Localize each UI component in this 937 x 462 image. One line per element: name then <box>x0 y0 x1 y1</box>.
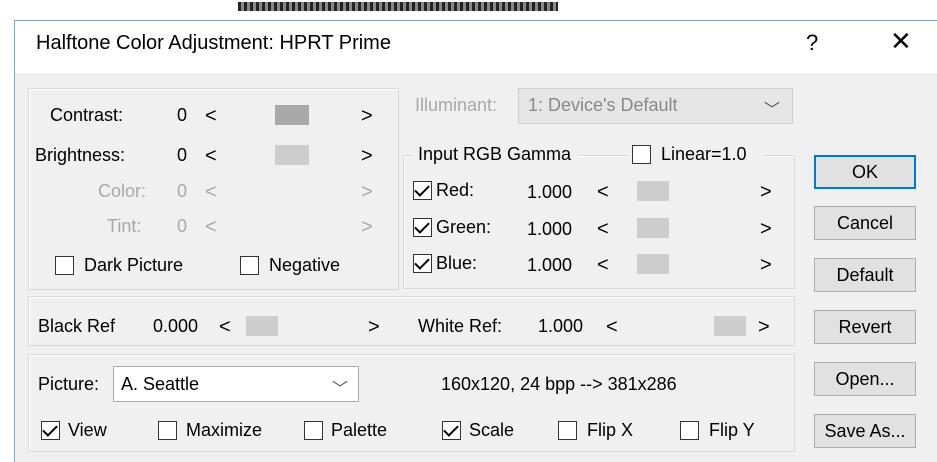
flip-y-label: Flip Y <box>709 420 755 440</box>
brightness-slider-thumb[interactable] <box>275 145 309 165</box>
color-label: Color: <box>98 181 147 201</box>
view-label: View <box>68 420 107 440</box>
white-ref-slider-thumb[interactable] <box>714 316 746 336</box>
green-left-arrow[interactable]: < <box>597 219 609 239</box>
red-right-arrow[interactable]: > <box>760 182 772 202</box>
white-ref-label: White Ref: <box>418 316 503 336</box>
contrast-label: Contrast: <box>50 105 124 125</box>
white-ref-left-arrow[interactable]: < <box>606 317 618 337</box>
brightness-right-arrow[interactable]: > <box>361 146 373 166</box>
brightness-value: 0 <box>177 145 188 165</box>
black-ref-label: Black Ref <box>38 316 116 336</box>
maximize-checkbox[interactable] <box>158 421 177 440</box>
blue-right-arrow[interactable]: > <box>760 255 772 275</box>
green-checkbox[interactable] <box>413 218 432 237</box>
linear-checkbox[interactable] <box>632 145 651 164</box>
maximize-label: Maximize <box>186 420 263 440</box>
contrast-slider-thumb[interactable] <box>275 105 309 125</box>
flip-y-checkbox[interactable] <box>680 421 699 440</box>
cancel-button[interactable]: Cancel <box>814 206 916 240</box>
tint-value: 0 <box>177 216 188 236</box>
illuminant-value: 1: Device's Default <box>528 95 678 115</box>
green-label: Green: <box>436 217 492 237</box>
help-button[interactable]: ? <box>806 30 818 56</box>
green-value: 1.000 <box>527 219 573 239</box>
negative-label: Negative <box>269 255 341 275</box>
open-button[interactable]: Open... <box>814 362 916 396</box>
green-right-arrow[interactable]: > <box>760 219 772 239</box>
contrast-left-arrow[interactable]: < <box>205 106 217 126</box>
contrast-right-arrow[interactable]: > <box>361 106 373 126</box>
illuminant-label: Illuminant: <box>415 95 498 115</box>
dark-picture-checkbox[interactable] <box>55 256 74 275</box>
palette-label: Palette <box>331 420 388 440</box>
illuminant-dropdown: 1: Device's Default ﹀ <box>518 88 793 124</box>
red-left-arrow[interactable]: < <box>597 182 609 202</box>
palette-checkbox[interactable] <box>304 421 323 440</box>
picture-value: A. Seattle <box>121 374 200 394</box>
black-ref-slider-thumb[interactable] <box>246 316 278 336</box>
chevron-down-icon: ﹀ <box>332 381 349 398</box>
red-checkbox[interactable] <box>413 181 432 200</box>
contrast-value: 0 <box>177 105 188 125</box>
linear-label: Linear=1.0 <box>661 144 747 164</box>
close-button[interactable]: ✕ <box>890 26 912 57</box>
background-window-edge <box>238 2 558 11</box>
chevron-down-icon: ﹀ <box>764 102 781 119</box>
dark-picture-label: Dark Picture <box>84 255 184 275</box>
blue-label: Blue: <box>436 253 478 273</box>
tint-right-arrow: > <box>361 216 373 238</box>
picture-label: Picture: <box>38 374 100 394</box>
black-ref-left-arrow[interactable]: < <box>219 317 231 337</box>
brightness-left-arrow[interactable]: < <box>205 146 217 166</box>
tint-left-arrow: < <box>205 216 217 238</box>
color-value: 0 <box>177 181 188 201</box>
black-ref-right-arrow[interactable]: > <box>368 317 380 337</box>
color-left-arrow: < <box>205 181 217 203</box>
scale-checkbox[interactable] <box>442 421 461 440</box>
color-right-arrow: > <box>361 181 373 203</box>
default-button[interactable]: Default <box>814 258 916 292</box>
save-as-button[interactable]: Save As... <box>814 414 916 448</box>
scale-label: Scale <box>469 420 515 440</box>
blue-left-arrow[interactable]: < <box>597 255 609 275</box>
red-value: 1.000 <box>527 182 573 202</box>
picture-info: 160x120, 24 bpp --> 381x286 <box>441 374 677 394</box>
black-ref-value: 0.000 <box>153 316 199 336</box>
dialog-title: Halftone Color Adjustment: HPRT Prime <box>36 32 391 54</box>
green-slider-thumb[interactable] <box>637 218 669 238</box>
view-checkbox[interactable] <box>41 421 60 440</box>
ok-button[interactable]: OK <box>814 155 916 189</box>
blue-value: 1.000 <box>527 255 573 275</box>
gamma-group-label: Input RGB Gamma <box>412 144 578 165</box>
red-label: Red: <box>436 180 475 200</box>
reference-group <box>28 296 795 346</box>
negative-checkbox[interactable] <box>240 256 259 275</box>
picture-dropdown[interactable]: A. Seattle ﹀ <box>113 366 359 402</box>
flip-x-label: Flip X <box>587 420 634 440</box>
blue-checkbox[interactable] <box>413 254 432 273</box>
tint-label: Tint: <box>107 216 142 236</box>
blue-slider-thumb[interactable] <box>637 254 669 274</box>
flip-x-checkbox[interactable] <box>558 421 577 440</box>
white-ref-right-arrow[interactable]: > <box>758 317 770 337</box>
brightness-label: Brightness: <box>35 145 126 165</box>
revert-button[interactable]: Revert <box>814 310 916 344</box>
red-slider-thumb[interactable] <box>637 181 669 201</box>
white-ref-value: 1.000 <box>538 316 584 336</box>
